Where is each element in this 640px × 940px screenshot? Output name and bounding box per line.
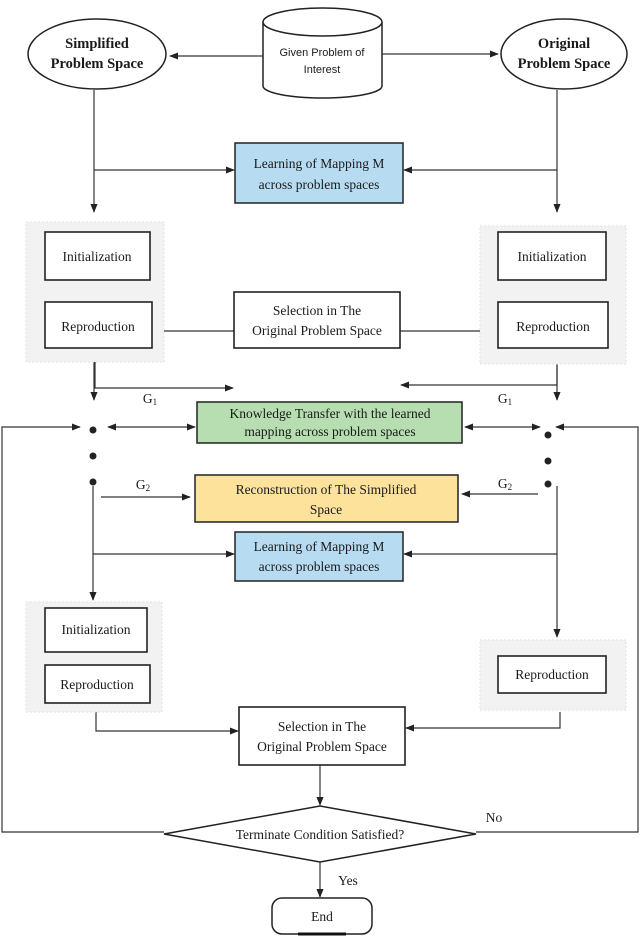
terminate-decision: Terminate Condition Satisfied? xyxy=(163,805,477,863)
flowchart: Given Problem of Interest Simplified Pro… xyxy=(1,7,639,936)
original-line2: Problem Space xyxy=(518,56,611,72)
ellipsis-dots-left xyxy=(89,426,97,486)
learning-mapping-box-1: Learning of Mapping M across problem spa… xyxy=(234,142,404,204)
selection-line1: Selection in The xyxy=(273,303,361,318)
learning-line1: Learning of Mapping M xyxy=(254,156,385,171)
reconstruction-line1: Reconstruction of The Simplified xyxy=(236,482,417,497)
simplified-line2: Problem Space xyxy=(51,56,144,72)
knowledge-line1: Knowledge Transfer with the learned xyxy=(230,406,431,421)
reproduction-label: Reproduction xyxy=(516,319,590,334)
selection-box-2: Selection in The Original Problem Space xyxy=(238,706,406,766)
end-label: End xyxy=(311,909,333,924)
g1-label-left: G1 xyxy=(143,391,157,407)
original-ea-group-2: Reproduction xyxy=(479,639,627,711)
learning-line2: across problem spaces xyxy=(259,177,380,192)
initialization-label: Initialization xyxy=(518,249,587,264)
simplified-problem-space: Simplified Problem Space xyxy=(27,18,167,90)
learning-mapping-box-2: Learning of Mapping M across problem spa… xyxy=(234,531,404,582)
end-terminal: End xyxy=(271,897,373,936)
reconstruction-box: Reconstruction of The Simplified Space xyxy=(194,474,459,523)
original-ea-group-1: Initialization Reproduction xyxy=(479,225,627,365)
g2-label-left: G2 xyxy=(136,477,150,493)
given-problem-line2: Interest xyxy=(304,64,341,76)
given-problem-line1: Given Problem of xyxy=(280,47,366,59)
learning-line1: Learning of Mapping M xyxy=(254,539,385,554)
initialization-label: Initialization xyxy=(62,622,131,637)
selection-box-1: Selection in The Original Problem Space xyxy=(233,291,401,349)
reproduction-label: Reproduction xyxy=(515,667,589,682)
selection-line2: Original Problem Space xyxy=(252,323,382,338)
simplified-ea-group-2: Initialization Reproduction xyxy=(25,601,163,713)
knowledge-line2: mapping across problem spaces xyxy=(244,424,415,439)
original-line1: Original xyxy=(538,36,590,52)
reproduction-label: Reproduction xyxy=(60,677,134,692)
simplified-line1: Simplified xyxy=(65,36,129,52)
learning-line2: across problem spaces xyxy=(259,559,380,574)
given-problem-cylinder: Given Problem of Interest xyxy=(262,7,383,99)
selection-line1: Selection in The xyxy=(278,719,366,734)
ellipsis-dots-right xyxy=(544,431,552,488)
g1-label-right: G1 xyxy=(498,391,512,407)
simplified-ea-group-1: Initialization Reproduction xyxy=(25,221,165,363)
initialization-label: Initialization xyxy=(63,249,132,264)
reconstruction-line2: Space xyxy=(310,502,342,517)
knowledge-transfer-box: Knowledge Transfer with the learned mapp… xyxy=(196,401,463,444)
g2-label-right: G2 xyxy=(498,476,512,492)
reproduction-label: Reproduction xyxy=(61,319,135,334)
yes-label: Yes xyxy=(338,873,358,888)
no-label: No xyxy=(486,810,503,825)
decision-label: Terminate Condition Satisfied? xyxy=(236,827,405,842)
selection-line2: Original Problem Space xyxy=(257,739,387,754)
original-problem-space: Original Problem Space xyxy=(500,18,628,90)
